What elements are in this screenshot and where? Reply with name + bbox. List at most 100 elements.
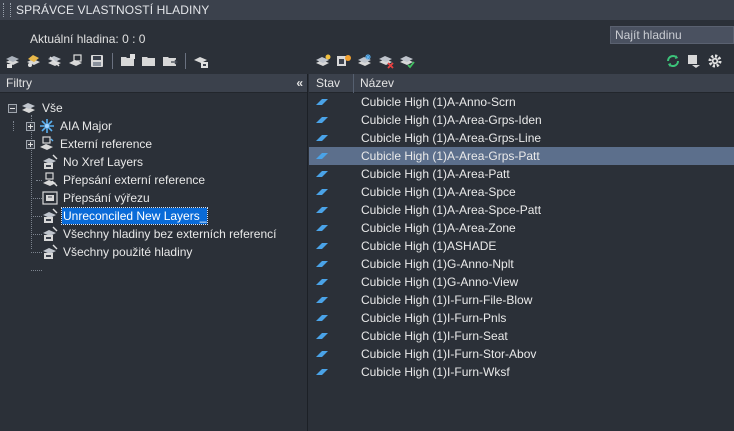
- tree-guide-line: [31, 216, 42, 217]
- layer-name-cell: Cubicle High (1)A-Area-Grps-Patt: [361, 149, 540, 163]
- settings-button[interactable]: [706, 52, 724, 70]
- filters-title: Filtry: [6, 76, 32, 90]
- layer-status-cell: [309, 97, 354, 107]
- group-filter-icon: [40, 119, 54, 133]
- tree-node-all-without-xref[interactable]: Všechny hladiny bez externích referencí: [42, 225, 277, 243]
- column-header-nazev[interactable]: Název: [354, 76, 394, 90]
- column-header-stav[interactable]: Stav: [309, 73, 354, 93]
- current-layer-label: Aktuální hladina: 0 : 0: [30, 32, 146, 46]
- new-property-filter-icon: [6, 56, 19, 68]
- tree-node-external-reference[interactable]: Externí reference: [26, 135, 153, 153]
- layer-walk-icon: [69, 54, 82, 66]
- tree-node-viewport-override[interactable]: Přepsání výřezu: [42, 189, 151, 207]
- table-row[interactable]: Cubicle High (1)A-Area-Grps-Line: [309, 129, 734, 147]
- tree-label: Přepsání výřezu: [63, 191, 150, 205]
- all-layers-icon: [22, 103, 35, 113]
- title-bar: SPRÁVCE VLASTNOSTÍ HLADINY: [0, 0, 734, 20]
- new-group-filter-button[interactable]: [25, 52, 43, 70]
- expand-toggle-icon[interactable]: [26, 121, 35, 131]
- new-property-filter-button[interactable]: [4, 52, 22, 70]
- layer-status-cell: [309, 241, 354, 251]
- layer-status-cell: [309, 295, 354, 305]
- layer-status-icon: [316, 315, 328, 321]
- layer-status-cell: [309, 151, 354, 161]
- tree-label: Přepsání externí reference: [63, 173, 206, 187]
- grip-handle[interactable]: [3, 3, 11, 17]
- tree-label: No Xref Layers: [63, 155, 144, 169]
- folder-export-button[interactable]: [161, 52, 179, 70]
- table-row[interactable]: Cubicle High (1)I-Furn-Seat: [309, 327, 734, 345]
- tree-label: Všechny použité hladiny: [63, 245, 193, 259]
- table-row[interactable]: Cubicle High (1)A-Area-Spce-Patt: [309, 201, 734, 219]
- search-input[interactable]: [611, 28, 734, 42]
- new-layer-icon: [316, 54, 331, 66]
- layer-name-cell: Cubicle High (1)A-Area-Spce-Patt: [361, 203, 542, 217]
- set-current-button[interactable]: [398, 52, 416, 70]
- table-row[interactable]: Cubicle High (1)I-Furn-Pnls: [309, 309, 734, 327]
- layer-status-cell: [309, 331, 354, 341]
- tree-node-aia-major[interactable]: AIA Major: [26, 117, 113, 135]
- layer-translator-icon: [688, 55, 700, 68]
- folder-arrow-icon: [163, 57, 178, 66]
- new-layer-frozen-all-button[interactable]: [356, 52, 374, 70]
- settings-layers-button[interactable]: [192, 52, 210, 70]
- layers-panel: Stav Název Cubicle High (1)A-Anno-Scrn Cu…: [309, 73, 734, 431]
- collapse-toggle-icon[interactable]: [8, 103, 17, 113]
- toolbar-separator: [112, 53, 113, 69]
- layer-status-cell: [309, 115, 354, 125]
- toolbar-separator: [185, 53, 186, 69]
- collapse-panel-icon[interactable]: «: [296, 76, 303, 90]
- table-row[interactable]: Cubicle High (1)I-Furn-Wksf: [309, 363, 734, 381]
- layer-status-icon: [316, 207, 328, 213]
- layer-states-icon: [48, 56, 61, 67]
- layer-status-icon: [316, 99, 328, 105]
- tree-node-unreconciled-new-layers[interactable]: Unreconciled New Layers_: [42, 207, 209, 225]
- layer-translator-button[interactable]: [685, 52, 703, 70]
- new-layer-button[interactable]: [314, 52, 332, 70]
- layer-name-cell: Cubicle High (1)G-Anno-View: [361, 275, 519, 289]
- tree-node-no-xref-layers[interactable]: No Xref Layers: [42, 153, 144, 171]
- folder-plus-icon: [121, 54, 135, 66]
- layer-status-icon: [316, 333, 328, 339]
- table-row[interactable]: Cubicle High (1)I-Furn-Stor-Abov: [309, 345, 734, 363]
- layer-toolbar: [314, 52, 419, 70]
- save-button[interactable]: [88, 52, 106, 70]
- layer-status-cell: [309, 313, 354, 323]
- layer-status-icon: [316, 279, 328, 285]
- expand-toggle-icon[interactable]: [26, 139, 35, 149]
- table-row[interactable]: Cubicle High (1)A-Area-Grps-Iden: [309, 111, 734, 129]
- tree-guide-line: [13, 121, 14, 131]
- tree-label: AIA Major: [60, 119, 113, 133]
- folder-new-button[interactable]: [119, 52, 137, 70]
- search-box[interactable]: [610, 26, 734, 44]
- layer-settings-icon: [194, 57, 208, 68]
- layer-status-cell: [309, 169, 354, 179]
- layer-name-cell: Cubicle High (1)I-Furn-Seat: [361, 329, 508, 343]
- layer-status-icon: [316, 351, 328, 357]
- right-utility-toolbar: [664, 52, 727, 70]
- table-row[interactable]: Cubicle High (1)ASHADE: [309, 237, 734, 255]
- table-row[interactable]: Cubicle High (1)A-Area-Zone: [309, 219, 734, 237]
- tree-node-all[interactable]: Vše: [8, 99, 64, 117]
- new-group-filter-icon: [27, 55, 40, 67]
- layer-status-cell: [309, 133, 354, 143]
- table-row[interactable]: Cubicle High (1)A-Area-Grps-Patt: [309, 147, 734, 165]
- new-layer-vp-frozen-button[interactable]: [335, 52, 353, 70]
- tree-node-all-used-layers[interactable]: Všechny použité hladiny: [42, 243, 193, 261]
- layer-walk-button[interactable]: [67, 52, 85, 70]
- delete-layer-button[interactable]: [377, 52, 395, 70]
- table-row[interactable]: Cubicle High (1)G-Anno-View: [309, 273, 734, 291]
- refresh-button[interactable]: [664, 52, 682, 70]
- table-row[interactable]: Cubicle High (1)G-Anno-Nplt: [309, 255, 734, 273]
- table-row[interactable]: Cubicle High (1)A-Area-Patt: [309, 165, 734, 183]
- folder-button[interactable]: [140, 52, 158, 70]
- table-row[interactable]: Cubicle High (1)A-Anno-Scrn: [309, 93, 734, 111]
- layer-status-icon: [316, 261, 328, 267]
- window-title: SPRÁVCE VLASTNOSTÍ HLADINY: [16, 3, 210, 17]
- table-row[interactable]: Cubicle High (1)A-Area-Spce: [309, 183, 734, 201]
- table-row[interactable]: Cubicle High (1)I-Furn-File-Blow: [309, 291, 734, 309]
- property-filter-icon: [43, 226, 58, 241]
- layer-states-button[interactable]: [46, 52, 64, 70]
- layer-status-icon: [316, 225, 328, 231]
- tree-node-xref-override[interactable]: Přepsání externí reference: [42, 171, 206, 189]
